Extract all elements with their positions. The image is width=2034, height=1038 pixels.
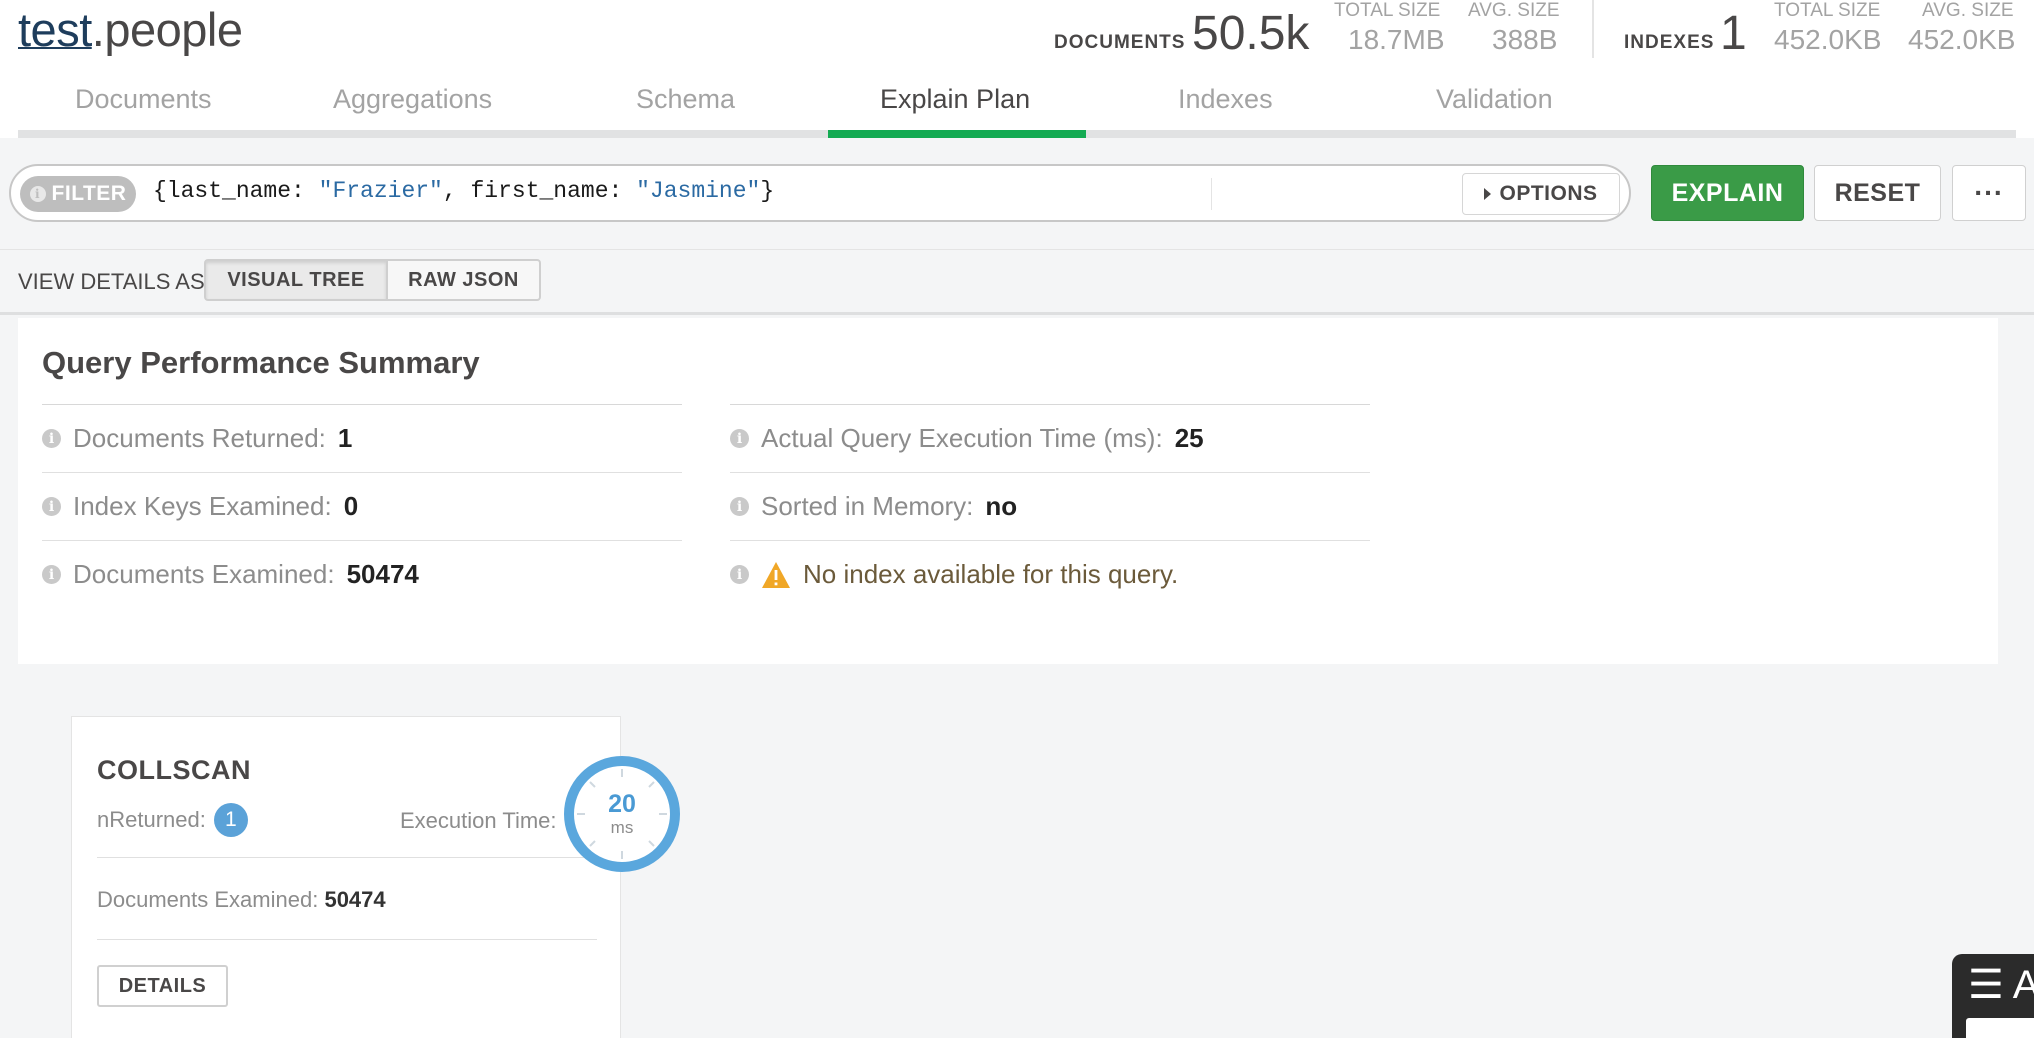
indexes-label: INDEXES — [1624, 32, 1715, 53]
idx-total-size-label: TOTAL SIZE — [1774, 0, 1881, 21]
tab-indexes[interactable]: Indexes — [1178, 84, 1273, 115]
view-details-bar: VIEW DETAILS AS VISUAL TREE RAW JSON — [0, 251, 2034, 315]
docs-examined-value: 50474 — [324, 887, 386, 912]
filter-text-part: } — [760, 178, 775, 204]
summary-label: Documents Examined: — [73, 559, 335, 589]
info-icon[interactable]: i — [730, 565, 749, 584]
tab-bar: Documents Aggregations Schema Explain Pl… — [18, 78, 2016, 138]
summary-value: 1 — [337, 423, 353, 453]
summary-label: Sorted in Memory: — [761, 491, 974, 521]
summary-label: Actual Query Execution Time (ms): — [761, 423, 1163, 453]
stage-name: COLLSCAN — [97, 755, 251, 785]
summary-row-index-warning: i No index available for this query. — [730, 540, 1370, 608]
filter-string-value: "Frazier" — [318, 178, 443, 204]
explain-button[interactable]: EXPLAIN — [1651, 165, 1804, 221]
filter-input[interactable]: {last_name: "Frazier", first_name: "Jasm… — [153, 178, 774, 204]
summary-value: 0 — [343, 491, 359, 521]
execution-time-unit: ms — [610, 818, 634, 837]
execution-time-value: 20 — [608, 790, 636, 818]
options-label: OPTIONS — [1499, 182, 1598, 205]
nreturned-label: nReturned: — [97, 807, 206, 832]
idx-avg-size-value: 452.0KB — [1908, 24, 2016, 55]
active-tab-indicator — [828, 130, 1086, 138]
visual-tree-toggle[interactable]: VISUAL TREE — [204, 259, 388, 301]
doc-total-size-value: 18.7MB — [1348, 24, 1445, 55]
summary-row-documents-returned: i Documents Returned: 1 — [42, 404, 682, 472]
filter-text-part: , first_name: — [442, 178, 637, 204]
summary-divider — [42, 404, 682, 405]
summary-row-execution-time: i Actual Query Execution Time (ms): 25 — [730, 404, 1370, 472]
warning-text: No index available for this query. — [803, 559, 1179, 589]
stats-divider — [1592, 0, 1594, 58]
summary-row-documents-examined: i Documents Examined: 50474 — [42, 540, 682, 608]
info-icon[interactable]: i — [730, 497, 749, 516]
filter-label-pill: i FILTER — [20, 176, 136, 212]
info-icon[interactable]: i — [42, 429, 61, 448]
database-link[interactable]: test — [18, 3, 92, 56]
tab-documents[interactable]: Documents — [75, 84, 212, 115]
documents-label: DOCUMENTS — [1054, 32, 1186, 53]
tab-explain-plan[interactable]: Explain Plan — [880, 84, 1030, 115]
filter-string-value: "Jasmine" — [636, 178, 761, 204]
summary-value: 50474 — [346, 559, 419, 589]
stage-card-collscan: COLLSCAN nReturned: 1 Execution Time: Do… — [71, 716, 621, 1038]
summary-divider — [730, 404, 1370, 405]
collection-name: .people — [91, 3, 243, 56]
warning-icon — [762, 561, 790, 588]
summary-title: Query Performance Summary — [42, 345, 480, 380]
filter-input-wrapper[interactable]: i FILTER {last_name: "Frazier", first_na… — [9, 164, 1631, 222]
summary-label: Index Keys Examined: — [73, 491, 332, 521]
more-options-button[interactable]: ··· — [1952, 165, 2026, 221]
docs-examined-label: Documents Examined: — [97, 887, 319, 912]
query-performance-summary: Query Performance Summary i Documents Re… — [18, 318, 1998, 664]
corner-widget[interactable]: ☰ A — [1952, 954, 2034, 1038]
filter-text-part: {last_name: — [153, 178, 319, 204]
summary-right-column: i Actual Query Execution Time (ms): 25 i… — [730, 404, 1370, 608]
idx-total-size-value: 452.0KB — [1774, 24, 1882, 55]
reset-button[interactable]: RESET — [1814, 165, 1941, 221]
summary-left-column: i Documents Returned: 1 i Index Keys Exa… — [42, 404, 682, 608]
caret-right-icon — [1484, 188, 1492, 200]
info-icon[interactable]: i — [42, 497, 61, 516]
stage-divider — [97, 857, 597, 858]
tab-validation[interactable]: Validation — [1436, 84, 1553, 115]
execution-time-label: Execution Time: — [400, 808, 557, 833]
filter-label: FILTER — [51, 182, 127, 205]
raw-json-toggle[interactable]: RAW JSON — [388, 259, 541, 301]
corner-widget-inner — [1966, 1018, 2034, 1038]
doc-total-size-label: TOTAL SIZE — [1334, 0, 1441, 21]
summary-value: no — [985, 491, 1018, 521]
filter-info-icon[interactable]: i — [29, 186, 46, 202]
info-icon[interactable]: i — [730, 429, 749, 448]
options-button[interactable]: OPTIONS — [1462, 173, 1620, 215]
details-button[interactable]: DETAILS — [97, 965, 228, 1007]
doc-avg-size-label: AVG. SIZE — [1468, 0, 1560, 21]
tab-aggregations[interactable]: Aggregations — [333, 84, 492, 115]
namespace-title: test.people — [18, 2, 243, 57]
idx-avg-size-label: AVG. SIZE — [1922, 0, 2014, 21]
stage-divider — [97, 939, 597, 940]
stage-nreturned: nReturned: 1 — [97, 803, 248, 837]
summary-row-index-keys-examined: i Index Keys Examined: 0 — [42, 472, 682, 540]
corner-widget-text: ☰ A — [1968, 963, 2034, 1007]
tab-schema[interactable]: Schema — [636, 84, 735, 115]
doc-avg-size-value: 388B — [1492, 24, 1558, 55]
filter-separator — [1211, 178, 1212, 210]
summary-label: Documents Returned: — [73, 423, 326, 453]
stage-docs-examined: Documents Examined: 50474 — [97, 887, 386, 913]
documents-count: 50.5k — [1192, 7, 1310, 60]
info-icon[interactable]: i — [42, 565, 61, 584]
summary-value: 25 — [1174, 423, 1204, 453]
summary-row-sorted-in-memory: i Sorted in Memory: no — [730, 472, 1370, 540]
indexes-count: 1 — [1720, 7, 1747, 60]
nreturned-badge: 1 — [213, 803, 248, 837]
collection-header: test.people DOCUMENTS 50.5k TOTAL SIZE 1… — [0, 0, 2034, 138]
view-details-label: VIEW DETAILS AS — [18, 269, 205, 294]
